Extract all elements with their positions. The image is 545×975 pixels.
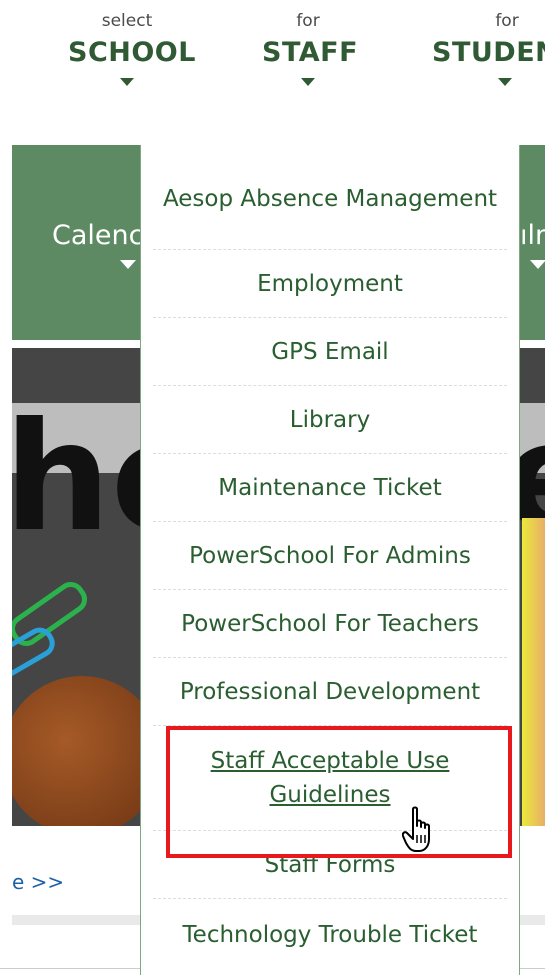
nav-small-label: for <box>296 11 320 31</box>
nav-select-school[interactable]: select SCHOOL <box>68 8 196 86</box>
chevron-down-icon <box>530 260 545 269</box>
menu-item-partial-right[interactable]: ılm <box>520 220 545 251</box>
menu-item-calendar[interactable]: Calenc <box>52 220 143 251</box>
nav-big-label: STAFF <box>262 37 359 68</box>
nav-for-staff[interactable]: for STAFF <box>262 8 359 86</box>
top-navigation: select SCHOOL for STAFF for STUDEN <box>0 0 545 110</box>
chevron-down-icon <box>498 78 512 86</box>
staff-dropdown-menu: Aesop Absence Management Employment GPS … <box>140 145 520 975</box>
dropdown-item-powerschool-admins[interactable]: PowerSchool For Admins <box>153 522 507 590</box>
dropdown-item-employment[interactable]: Employment <box>153 250 507 318</box>
colorful-object <box>522 518 545 826</box>
dropdown-item-powerschool-teachers[interactable]: PowerSchool For Teachers <box>153 590 507 658</box>
chevron-down-icon <box>301 78 315 86</box>
nav-small-label: for <box>495 11 519 31</box>
hand-pointer-cursor-icon <box>402 806 430 852</box>
nav-big-label: STUDEN <box>432 37 545 68</box>
dropdown-item-aesop[interactable]: Aesop Absence Management <box>153 145 507 250</box>
nav-small-label: select <box>101 11 153 31</box>
dropdown-item-maintenance-ticket[interactable]: Maintenance Ticket <box>153 454 507 522</box>
dropdown-item-gps-email[interactable]: GPS Email <box>153 318 507 386</box>
read-more-link[interactable]: e >> <box>12 870 64 894</box>
dropdown-item-library[interactable]: Library <box>153 386 507 454</box>
dropdown-item-technology-trouble-ticket[interactable]: Technology Trouble Ticket <box>153 899 507 971</box>
dropdown-item-staff-forms[interactable]: Staff Forms <box>153 831 507 899</box>
dropdown-item-staff-acceptable-use[interactable]: Staff Acceptable Use Guidelines <box>153 726 507 831</box>
dropdown-item-professional-development[interactable]: Professional Development <box>153 658 507 726</box>
nav-big-label: SCHOOL <box>68 37 196 68</box>
chevron-down-icon <box>120 78 134 86</box>
chevron-down-icon <box>120 260 136 269</box>
nav-for-students[interactable]: for STUDEN <box>432 8 545 86</box>
